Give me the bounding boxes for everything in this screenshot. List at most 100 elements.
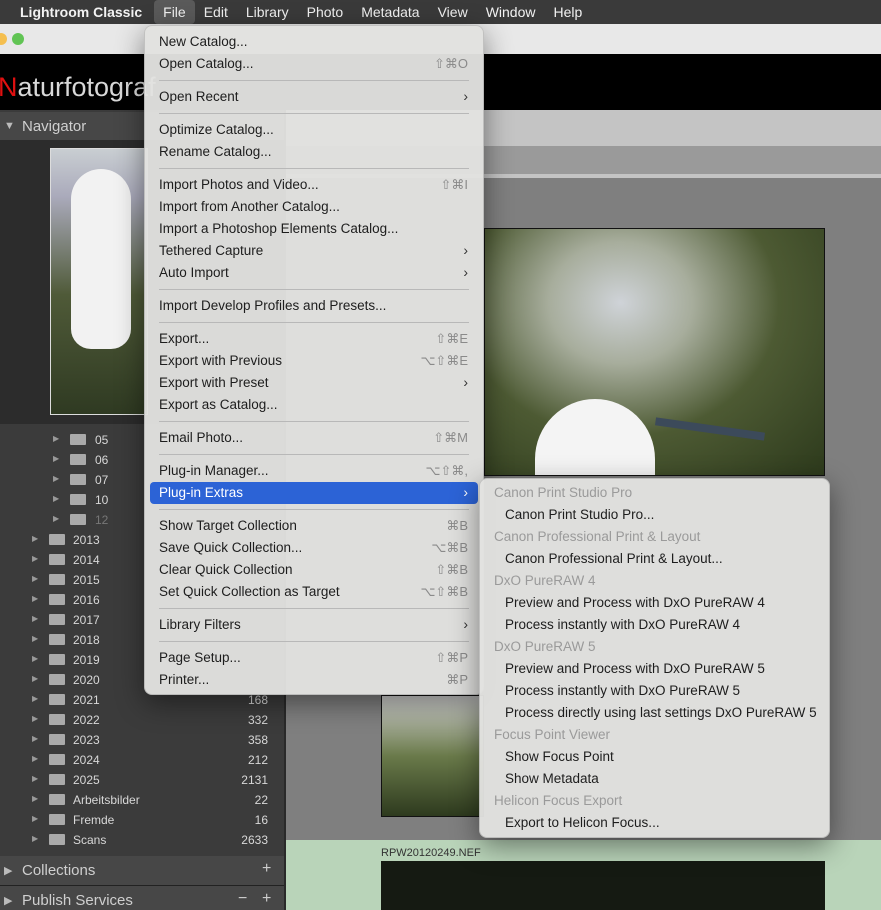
collections-header[interactable]: ▶ Collections + [0, 856, 284, 886]
menu-item-label: Clear Quick Collection [159, 562, 293, 577]
expand-triangle-icon[interactable]: ▶ [32, 634, 38, 643]
menu-item-export-as-catalog[interactable]: Export as Catalog... [150, 394, 478, 416]
menu-item-export-with-preset[interactable]: Export with Preset › [150, 372, 478, 394]
photo-thumbnail-egret[interactable] [484, 228, 825, 476]
expand-triangle-icon[interactable]: ▶ [32, 534, 38, 543]
menu-item-library-filters[interactable]: Library Filters › [150, 614, 478, 636]
expand-triangle-icon[interactable]: ▶ [53, 454, 59, 463]
menu-item-label: Save Quick Collection... [159, 540, 303, 555]
menu-item-auto-import[interactable]: Auto Import › [150, 262, 478, 284]
folder-count: 16 [254, 813, 268, 827]
publish-services-header[interactable]: ▶ Publish Services − + [0, 886, 284, 910]
plugin-extras-submenu: Canon Print Studio Pro Canon Print Studio… [479, 478, 830, 838]
photo-thumbnail-2[interactable] [381, 695, 484, 817]
menu-photo[interactable]: Photo [298, 0, 353, 24]
menu-item-page-setup[interactable]: Page Setup... ⇧⌘P [150, 647, 478, 669]
expand-triangle-icon[interactable]: ▶ [32, 694, 38, 703]
menu-item-import-photoshop-elements[interactable]: Import a Photoshop Elements Catalog... [150, 218, 478, 240]
add-publish-button[interactable]: + [262, 890, 271, 908]
submenu-item[interactable]: Process instantly with DxO PureRAW 4 [485, 614, 824, 636]
folder-count: 2131 [241, 773, 268, 787]
folder-name: 2014 [73, 553, 100, 567]
menu-view[interactable]: View [429, 0, 477, 24]
menu-item-open-recent[interactable]: Open Recent › [150, 86, 478, 108]
menu-item-plugin-manager[interactable]: Plug-in Manager... ⌥⇧⌘, [150, 460, 478, 482]
expand-triangle-icon[interactable]: ▶ [53, 474, 59, 483]
expand-triangle-icon[interactable]: ▶ [32, 774, 38, 783]
expand-triangle-icon[interactable]: ▶ [32, 834, 38, 843]
menu-item-save-quick-collection[interactable]: Save Quick Collection... ⌥⌘B [150, 537, 478, 559]
menu-item-clear-quick-collection[interactable]: Clear Quick Collection ⇧⌘B [150, 559, 478, 581]
folder-row[interactable]: ▶ 2022 332 [0, 710, 284, 730]
menu-item-rename-catalog[interactable]: Rename Catalog... [150, 141, 478, 163]
minimize-button[interactable] [0, 33, 7, 45]
add-collection-button[interactable]: + [262, 860, 271, 878]
menu-window[interactable]: Window [477, 0, 545, 24]
folder-row[interactable]: ▶ 2023 358 [0, 730, 284, 750]
menu-item-label: Printer... [159, 672, 210, 687]
menu-item-optimize-catalog[interactable]: Optimize Catalog... [150, 119, 478, 141]
expand-triangle-icon[interactable]: ▶ [32, 814, 38, 823]
menu-item-plugin-extras[interactable]: Plug-in Extras › [150, 482, 478, 504]
menu-item-import-photos-video[interactable]: Import Photos and Video... ⇧⌘I [150, 174, 478, 196]
menu-item-import-develop-profiles[interactable]: Import Develop Profiles and Presets... [150, 295, 478, 317]
menu-item-show-target-collection[interactable]: Show Target Collection ⌘B [150, 515, 478, 537]
file-menu-dropdown: New Catalog... Open Catalog... ⇧⌘O Open Rec… [144, 25, 484, 695]
submenu-item[interactable]: Canon Professional Print & Layout... [485, 548, 824, 570]
menu-file[interactable]: File [154, 0, 195, 24]
submenu-item[interactable]: Process directly using last settings DxO… [485, 702, 824, 724]
menu-item-import-from-catalog[interactable]: Import from Another Catalog... [150, 196, 478, 218]
expand-triangle-icon[interactable]: ▶ [32, 574, 38, 583]
expand-triangle-icon[interactable]: ▶ [32, 734, 38, 743]
submenu-item[interactable]: Show Metadata [485, 768, 824, 790]
menu-help[interactable]: Help [544, 0, 591, 24]
menu-item-tethered-capture[interactable]: Tethered Capture › [150, 240, 478, 262]
folder-name: 2019 [73, 653, 100, 667]
folder-icon [49, 614, 65, 625]
zoom-button[interactable] [12, 33, 24, 45]
folder-icon [49, 754, 65, 765]
folder-row[interactable]: ▶ Scans 2633 [0, 830, 284, 850]
menu-item-export-with-previous[interactable]: Export with Previous ⌥⇧⌘E [150, 350, 478, 372]
expand-triangle-icon[interactable]: ▶ [32, 714, 38, 723]
folder-icon [70, 474, 86, 485]
remove-publish-button[interactable]: − [238, 890, 247, 908]
menu-metadata[interactable]: Metadata [352, 0, 428, 24]
expand-triangle-icon[interactable]: ▶ [53, 434, 59, 443]
folder-name: 2015 [73, 573, 100, 587]
expand-triangle-icon[interactable]: ▶ [32, 794, 38, 803]
folder-row[interactable]: ▶ 2024 212 [0, 750, 284, 770]
submenu-item[interactable]: Export to Helicon Focus... [485, 812, 824, 834]
folder-row[interactable]: ▶ 2025 2131 [0, 770, 284, 790]
menu-item-email-photo[interactable]: Email Photo... ⇧⌘M [150, 427, 478, 449]
menu-item-new-catalog[interactable]: New Catalog... [150, 31, 478, 53]
folder-icon [49, 634, 65, 645]
folder-row[interactable]: ▶ Fremde 16 [0, 810, 284, 830]
menu-item-set-quick-collection-target[interactable]: Set Quick Collection as Target ⌥⇧⌘B [150, 581, 478, 603]
expand-triangle-icon[interactable]: ▶ [32, 614, 38, 623]
expand-triangle-icon[interactable]: ▶ [32, 594, 38, 603]
menu-item-label: Import Develop Profiles and Presets... [159, 298, 387, 313]
submenu-item[interactable]: Process instantly with DxO PureRAW 5 [485, 680, 824, 702]
folder-name: 2018 [73, 633, 100, 647]
expand-triangle-icon[interactable]: ▶ [32, 554, 38, 563]
submenu-item[interactable]: Preview and Process with DxO PureRAW 4 [485, 592, 824, 614]
expand-triangle-icon[interactable]: ▶ [32, 654, 38, 663]
folder-row[interactable]: ▶ Arbeitsbilder 22 [0, 790, 284, 810]
submenu-item[interactable]: Preview and Process with DxO PureRAW 5 [485, 658, 824, 680]
menu-item-export[interactable]: Export... ⇧⌘E [150, 328, 478, 350]
expand-triangle-icon[interactable]: ▶ [53, 494, 59, 503]
photo-thumbnail-3[interactable] [381, 861, 825, 910]
app-menu[interactable]: Lightroom Classic [0, 4, 154, 20]
navigator-thumbnail[interactable] [50, 148, 148, 415]
menu-item-printer[interactable]: Printer... ⌘P [150, 669, 478, 691]
menu-edit[interactable]: Edit [195, 0, 237, 24]
folder-count: 212 [247, 753, 268, 767]
expand-triangle-icon[interactable]: ▶ [53, 514, 59, 523]
submenu-item[interactable]: Show Focus Point [485, 746, 824, 768]
menu-library[interactable]: Library [237, 0, 298, 24]
submenu-item[interactable]: Canon Print Studio Pro... [485, 504, 824, 526]
expand-triangle-icon[interactable]: ▶ [32, 754, 38, 763]
expand-triangle-icon[interactable]: ▶ [32, 674, 38, 683]
menu-item-open-catalog[interactable]: Open Catalog... ⇧⌘O [150, 53, 478, 75]
